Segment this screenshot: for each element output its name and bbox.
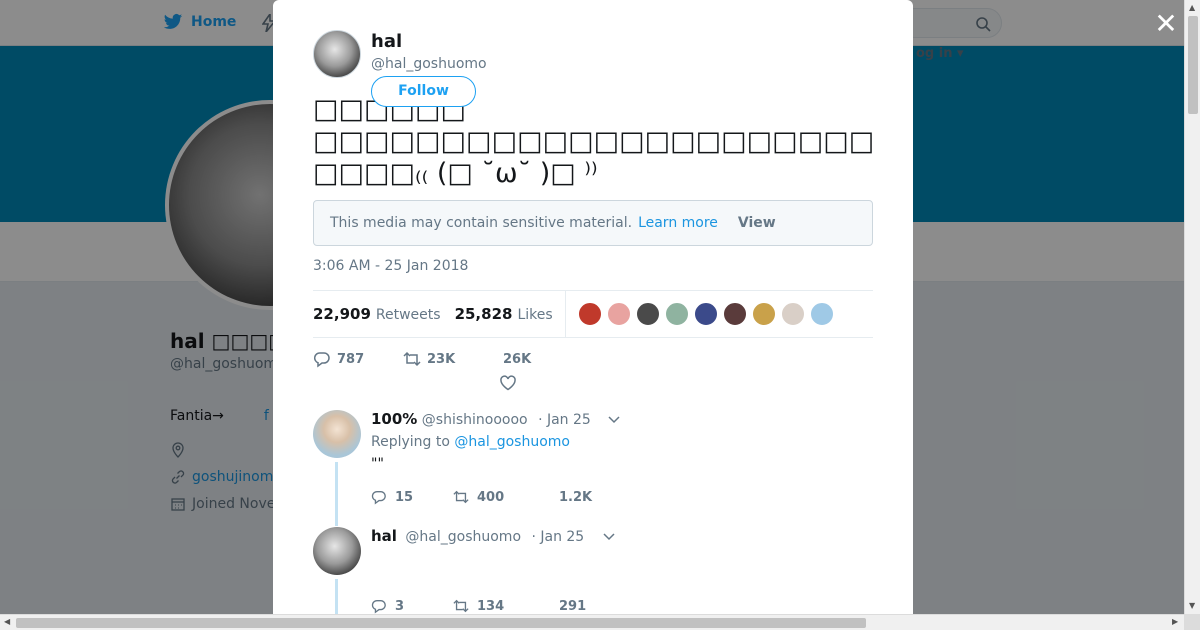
author-avatar[interactable] xyxy=(313,30,361,78)
liker-avatar[interactable] xyxy=(722,302,747,326)
reply-actions: 15 400 1.2K xyxy=(371,489,617,505)
retweet-action[interactable]: 23K xyxy=(403,350,493,368)
replying-to: Replying to @hal_goshuomo xyxy=(371,434,570,450)
author-name[interactable]: hal xyxy=(371,31,402,52)
reply-action[interactable]: 15 xyxy=(371,489,453,505)
thread-line xyxy=(335,462,338,526)
reply-action[interactable]: 3 xyxy=(371,598,453,614)
close-icon[interactable]: ✕ xyxy=(1154,10,1178,38)
reply-count: 787 xyxy=(337,351,365,367)
scroll-left-arrow-icon[interactable]: ◀ xyxy=(4,617,10,626)
retweet-count: 134 xyxy=(477,598,505,614)
liker-avatars xyxy=(577,302,834,326)
replying-to-link[interactable]: @hal_goshuomo xyxy=(454,434,570,450)
thread-line xyxy=(335,579,338,614)
vertical-scroll-thumb[interactable] xyxy=(1188,16,1198,114)
liker-avatar[interactable] xyxy=(606,302,631,326)
horizontal-scrollbar[interactable]: ◀ ▶ xyxy=(0,614,1184,630)
reply-icon xyxy=(313,352,330,368)
replying-prefix: Replying to xyxy=(371,434,450,450)
heart-icon[interactable] xyxy=(499,374,517,392)
view-media-button[interactable]: View xyxy=(738,215,776,231)
reply-count: 15 xyxy=(395,489,414,505)
reply-avatar[interactable] xyxy=(313,410,361,458)
reply-header: hal @hal_goshuomo · Jan 25 xyxy=(371,527,584,545)
reply-icon xyxy=(371,600,386,614)
sensitive-text: This media may contain sensitive materia… xyxy=(330,215,633,231)
like-count: 291 xyxy=(559,598,587,614)
reply-header: 100% @shishinooooo · Jan 25 xyxy=(371,410,591,428)
scroll-up-arrow-icon[interactable]: ▲ xyxy=(1189,3,1195,12)
tweet-text: □□□□□□ □□□□□□□□□□□□□□□□□□□□□□□□□□□□□□□□□… xyxy=(313,94,873,190)
like-count: 26K xyxy=(503,351,532,367)
like-action[interactable]: 26K xyxy=(493,352,583,367)
retweet-action[interactable]: 400 xyxy=(453,489,535,505)
retweet-count: 400 xyxy=(477,489,505,505)
liker-avatar[interactable] xyxy=(809,302,834,326)
horizontal-scroll-thumb[interactable] xyxy=(16,618,866,628)
retweet-count: 23K xyxy=(427,351,456,367)
reply-author-name[interactable]: 100% xyxy=(371,410,417,428)
chevron-down-icon[interactable] xyxy=(602,530,616,544)
liker-avatar[interactable] xyxy=(693,302,718,326)
tweet-text-line: □□□□₍₍ (□ ˘ω˘ )□ ⁾⁾ xyxy=(313,158,598,189)
liker-avatar[interactable] xyxy=(577,302,602,326)
tweet-modal: hal @hal_goshuomo □□□□□□ □□□□□□□□□□□□□□□… xyxy=(273,0,913,614)
sensitive-media-notice: This media may contain sensitive materia… xyxy=(313,200,873,246)
reply-body: "" xyxy=(371,456,384,472)
vertical-scrollbar[interactable]: ▲ ▼ xyxy=(1184,0,1200,614)
reply-date[interactable]: · Jan 25 xyxy=(538,412,591,428)
reply-date[interactable]: · Jan 25 xyxy=(531,529,584,545)
chevron-down-icon[interactable] xyxy=(607,413,621,427)
likes-label: Likes xyxy=(517,307,553,323)
like-action[interactable]: 1.2K xyxy=(535,490,617,505)
retweets-label: Retweets xyxy=(375,307,441,323)
reply-action[interactable]: 787 xyxy=(313,350,403,368)
reply-actions: 3 134 291 xyxy=(371,598,617,614)
scroll-right-arrow-icon[interactable]: ▶ xyxy=(1172,617,1178,626)
retweets-count: 22,909 xyxy=(313,305,371,323)
likes-count: 25,828 xyxy=(454,305,513,323)
reply-author-handle[interactable]: @hal_goshuomo xyxy=(405,529,521,545)
reply-tweet[interactable]: 100% @shishinooooo · Jan 25 Replying to … xyxy=(313,410,873,526)
tweet-actions: 787 23K 26K xyxy=(313,350,583,368)
retweets-stat[interactable]: 22,909 Retweets xyxy=(313,305,441,323)
reply-tweet[interactable]: hal @hal_goshuomo · Jan 25 3 134 291 xyxy=(313,527,873,614)
stats-divider xyxy=(564,290,566,338)
author-handle[interactable]: @hal_goshuomo xyxy=(371,56,487,72)
tweet-stats: 22,909 Retweets 25,828 Likes xyxy=(313,290,873,338)
reply-icon xyxy=(371,491,386,505)
follow-button[interactable]: Follow xyxy=(371,76,476,107)
liker-avatar[interactable] xyxy=(635,302,660,326)
tweet-text-line: □□□□□□□□□□□□□□□□□□□□□□□□□□□□□□□□□□□□□□ xyxy=(313,126,873,157)
likes-stat[interactable]: 25,828 Likes xyxy=(455,305,553,323)
liker-avatar[interactable] xyxy=(751,302,776,326)
retweet-icon xyxy=(453,490,469,504)
tweet-timestamp[interactable]: 3:06 AM - 25 Jan 2018 xyxy=(313,258,468,274)
learn-more-link[interactable]: Learn more xyxy=(638,215,718,231)
retweet-icon xyxy=(453,599,469,613)
liker-avatar[interactable] xyxy=(664,302,689,326)
reply-avatar[interactable] xyxy=(313,527,361,575)
reply-author-handle[interactable]: @shishinooooo xyxy=(422,412,528,428)
retweet-icon xyxy=(403,351,421,367)
retweet-action[interactable]: 134 xyxy=(453,598,535,614)
scrollbar-corner xyxy=(1184,614,1200,630)
reply-author-name[interactable]: hal xyxy=(371,527,397,545)
scroll-down-arrow-icon[interactable]: ▼ xyxy=(1189,601,1195,610)
reply-count: 3 xyxy=(395,598,405,614)
like-count: 1.2K xyxy=(559,489,593,505)
liker-avatar[interactable] xyxy=(780,302,805,326)
like-action[interactable]: 291 xyxy=(535,599,617,614)
